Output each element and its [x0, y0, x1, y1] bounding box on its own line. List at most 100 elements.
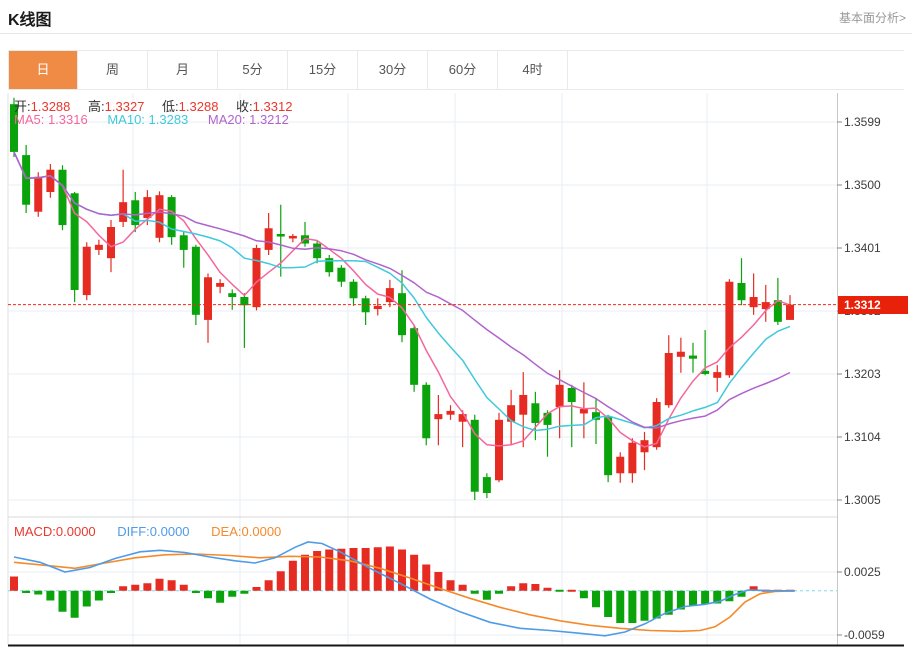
- tab-5min[interactable]: 5分: [218, 51, 288, 89]
- macd-bar: [422, 565, 430, 591]
- candle-body: [253, 248, 261, 307]
- tab-15min[interactable]: 15分: [288, 51, 358, 89]
- candle-body: [628, 443, 636, 474]
- macd-legend: MACD:0.0000 DIFF:0.0000 DEA:0.0000: [14, 524, 281, 539]
- macd-bar: [253, 587, 261, 591]
- macd-bar: [325, 550, 333, 591]
- price-axis-label: 1.3599: [844, 115, 881, 129]
- tab-4hour[interactable]: 4时: [498, 51, 568, 89]
- candle-body: [495, 420, 503, 480]
- macd-value: MACD:0.0000: [14, 524, 96, 539]
- macd-bar: [143, 583, 151, 591]
- fundamental-analysis-link[interactable]: 基本面分析>: [839, 9, 906, 26]
- candle-body: [738, 283, 746, 300]
- ma10-legend: MA10: 1.3283: [107, 112, 188, 127]
- candle-body: [750, 297, 758, 307]
- tab-day[interactable]: 日: [8, 51, 78, 89]
- candle-body: [725, 282, 733, 376]
- macd-bar: [107, 591, 115, 593]
- macd-bar: [277, 571, 285, 591]
- macd-bar: [580, 591, 588, 599]
- tab-week[interactable]: 周: [78, 51, 148, 89]
- candle-body: [580, 409, 588, 413]
- macd-bar: [519, 583, 527, 591]
- period-tabs: 日 周 月 5分 15分 30分 60分 4时: [8, 50, 904, 90]
- macd-bar: [689, 591, 697, 606]
- macd-bar: [240, 591, 248, 594]
- tab-60min[interactable]: 60分: [428, 51, 498, 89]
- macd-bar: [337, 549, 345, 591]
- price-axis-label: 1.3104: [844, 430, 881, 444]
- macd-bar: [568, 590, 576, 592]
- candle-body: [204, 277, 212, 320]
- price-axis-label: 1.3005: [844, 493, 881, 507]
- candle-body: [216, 283, 224, 287]
- candle-body: [46, 170, 54, 192]
- tab-30min[interactable]: 30分: [358, 51, 428, 89]
- candle-body: [422, 385, 430, 438]
- macd-bar: [362, 548, 370, 591]
- candle-body: [483, 477, 491, 493]
- macd-bar: [216, 591, 224, 603]
- candle-body: [531, 403, 539, 423]
- candle-body: [119, 202, 127, 222]
- macd-bar: [653, 591, 661, 619]
- candle-body: [240, 297, 248, 305]
- macd-bar: [180, 585, 188, 591]
- candle-body: [22, 155, 30, 205]
- macd-bar: [628, 591, 636, 623]
- macd-bar: [544, 588, 552, 591]
- candle-body: [604, 417, 612, 475]
- diff-value: DIFF:0.0000: [117, 524, 189, 539]
- candle-body: [410, 328, 418, 385]
- candle-body: [313, 244, 321, 259]
- macd-bar: [131, 585, 139, 591]
- macd-bar: [228, 591, 236, 597]
- candle-body: [265, 228, 273, 250]
- candle-body: [677, 352, 685, 357]
- macd-bar: [204, 591, 212, 599]
- dea-value: DEA:0.0000: [211, 524, 281, 539]
- ma20-legend: MA20: 1.3212: [208, 112, 289, 127]
- candle-body: [180, 235, 188, 250]
- macd-bar: [289, 561, 297, 591]
- candle-body: [374, 306, 382, 309]
- candle-body: [616, 457, 624, 474]
- tab-month[interactable]: 月: [148, 51, 218, 89]
- candle-body: [350, 282, 358, 299]
- macd-bar: [459, 585, 467, 591]
- candle-body: [168, 197, 176, 237]
- macd-bar: [507, 586, 515, 591]
- macd-bar: [641, 591, 649, 621]
- candle-body: [398, 293, 406, 335]
- candle-body: [665, 353, 673, 405]
- macd-bar: [22, 591, 30, 593]
- candle-body: [786, 305, 794, 320]
- macd-bar: [168, 580, 176, 591]
- macd-bar: [350, 548, 358, 591]
- current-price-badge: 1.3312: [838, 296, 908, 314]
- candle-body: [713, 372, 721, 378]
- page-title: K线图: [8, 6, 52, 30]
- candle-body: [228, 293, 236, 297]
- macd-bar: [604, 591, 612, 617]
- candle-body: [471, 420, 479, 492]
- candle-body: [95, 245, 103, 250]
- candle-body: [434, 414, 442, 419]
- candle-body: [689, 356, 697, 359]
- price-axis-label: 1.3203: [844, 367, 881, 381]
- candle-body: [83, 247, 91, 295]
- candle-body: [337, 268, 345, 282]
- macd-bar: [265, 580, 273, 591]
- macd-axis-label: 0.0025: [844, 565, 881, 579]
- macd-bar: [83, 591, 91, 607]
- macd-bar: [10, 577, 18, 591]
- candle-body: [289, 236, 297, 239]
- macd-bar: [46, 591, 54, 601]
- macd-bar: [592, 591, 600, 608]
- macd-bar: [410, 555, 418, 591]
- header-divider: [0, 33, 912, 34]
- macd-bar: [71, 591, 79, 618]
- candle-body: [277, 234, 285, 237]
- candle-body: [519, 395, 527, 415]
